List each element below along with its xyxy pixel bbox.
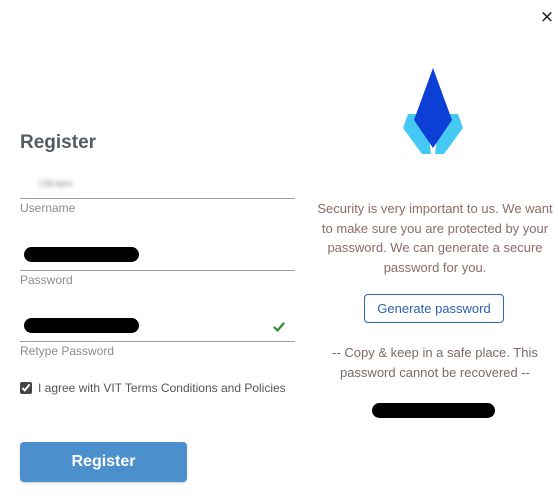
- retype-password-input[interactable]: [20, 315, 295, 342]
- password-input[interactable]: [20, 244, 295, 271]
- password-label: Password: [20, 273, 73, 287]
- brand-logo-icon: [403, 68, 463, 154]
- page-title: Register: [20, 132, 97, 153]
- copy-note: -- Copy & keep in a safe place. This pas…: [332, 345, 538, 380]
- close-icon[interactable]: ×: [538, 8, 556, 26]
- password-field[interactable]: Password: [20, 244, 295, 288]
- security-message: Security is very important to us. We wan…: [317, 201, 553, 275]
- agree-label: I agree with VIT Terms Conditions and Po…: [38, 381, 286, 395]
- retype-password-label: Retype Password: [20, 344, 115, 358]
- username-value: Ultraex: [38, 178, 73, 190]
- retype-password-redaction: [24, 318, 139, 333]
- username-field[interactable]: Ultraex Username: [20, 172, 295, 216]
- generate-password-button[interactable]: Generate password: [364, 294, 504, 323]
- register-button[interactable]: Register: [20, 442, 187, 482]
- check-icon: [273, 322, 285, 332]
- agree-checkbox[interactable]: [20, 382, 32, 394]
- password-redaction: [24, 247, 139, 262]
- generated-password-redaction: [372, 403, 495, 418]
- username-input[interactable]: Ultraex: [20, 172, 295, 199]
- retype-password-field[interactable]: Retype Password: [20, 315, 295, 359]
- username-label: Username: [20, 201, 76, 215]
- agree-terms[interactable]: I agree with VIT Terms Conditions and Po…: [20, 381, 286, 395]
